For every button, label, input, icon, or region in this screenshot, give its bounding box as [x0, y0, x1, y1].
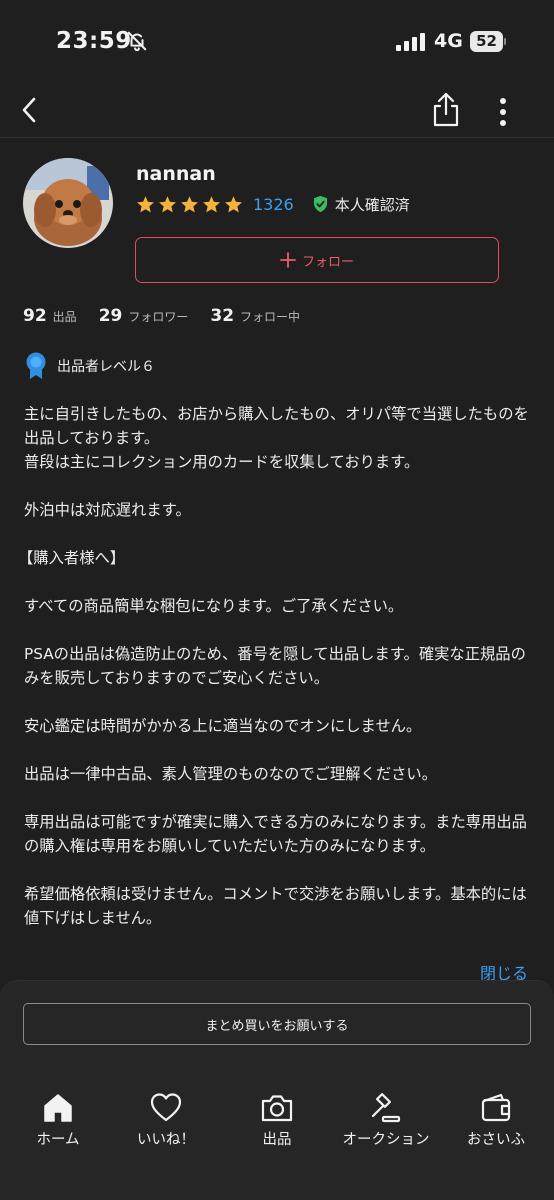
status-time: 23:59 — [56, 28, 132, 54]
seller-profile-screen: 23:59 4G 52 nannan 1326 本人確認済 フォロー 92 出品… — [0, 0, 554, 1200]
status-bar: 23:59 4G 52 — [0, 0, 554, 84]
bottom-panel: まとめ買いをお願いする ホーム いいね！ 出品 オークション おさいふ — [0, 980, 554, 1200]
gavel-icon — [371, 1093, 401, 1123]
bio-paragraph: 希望価格依頼は受けません。コメントで交渉をお願いします。基本的には値下げはしませ… — [24, 885, 527, 927]
stat-value: 92 — [23, 306, 47, 326]
bio-paragraph: 外泊中は対応遅れます。 — [24, 501, 191, 519]
bio-paragraph: 出品は一律中古品、素人管理のものなのでご理解ください。 — [24, 765, 438, 783]
tab-label: いいね！ — [137, 1132, 195, 1148]
battery-level: 52 — [470, 31, 503, 52]
tab-wallet[interactable]: おさいふ — [441, 1087, 551, 1153]
follow-label: フォロー — [301, 254, 354, 270]
bulk-purchase-label: まとめ買いをお願いする — [205, 1018, 349, 1034]
profile-stats: 92 出品 29 フォロワー 32 フォロー中 — [23, 306, 300, 330]
stat-followers[interactable]: 29 フォロワー — [99, 306, 189, 326]
bio-paragraph: 専用出品は可能ですが確実に購入できる方のみになります。また専用出品の購入権は専用… — [24, 813, 527, 855]
seller-level[interactable]: 出品者レベル６ — [24, 352, 155, 380]
tab-auction[interactable]: オークション — [331, 1087, 441, 1153]
rating-row: 1326 本人確認済 — [136, 193, 410, 215]
verified-shield-icon — [313, 195, 327, 213]
bio-paragraph: 主に自引きしたもの、お店から購入したもの、オリパ等で当選したものを出品しておりま… — [24, 405, 529, 471]
tab-home[interactable]: ホーム — [3, 1087, 113, 1153]
tab-sell[interactable]: 出品 — [222, 1087, 332, 1153]
more-vertical-icon — [500, 98, 506, 126]
rating-stars[interactable] — [136, 195, 243, 214]
bottom-tab-bar: ホーム いいね！ 出品 オークション おさいふ — [0, 1087, 554, 1157]
stat-label: フォロワー — [128, 310, 189, 324]
plus-icon — [280, 252, 296, 268]
tab-label: オークション — [342, 1132, 430, 1148]
bell-off-icon — [127, 31, 147, 52]
medal-icon — [26, 352, 46, 379]
battery-tip — [504, 38, 506, 45]
share-icon — [433, 92, 459, 127]
bio-paragraph: PSAの出品は偽造防止のため、番号を隠して出品します。確実な正規品のみを販売して… — [24, 645, 526, 687]
signal-icon — [396, 33, 425, 51]
rating-count-link[interactable]: 1326 — [253, 195, 294, 214]
chevron-left-icon — [22, 97, 36, 123]
seller-level-label: 出品者レベル６ — [57, 359, 155, 375]
home-icon — [44, 1094, 72, 1122]
tab-label: 出品 — [262, 1132, 292, 1148]
network-label: 4G — [434, 30, 463, 52]
share-button[interactable] — [428, 88, 464, 130]
username: nannan — [136, 163, 216, 185]
heart-icon — [150, 1093, 182, 1122]
star-icon — [203, 195, 220, 212]
camera-icon — [261, 1095, 293, 1122]
avatar[interactable] — [23, 158, 113, 248]
bulk-purchase-request-button[interactable]: まとめ買いをお願いする — [23, 1003, 531, 1045]
profile-bio: 主に自引きしたもの、お店から購入したもの、オリパ等で当選したものを出品しておりま… — [18, 402, 534, 930]
tab-label: おさいふ — [467, 1132, 525, 1148]
star-icon — [137, 195, 154, 212]
navigation-bar — [0, 84, 554, 138]
verified-label: 本人確認済 — [334, 195, 410, 214]
bio-paragraph: 【購入者様へ】 — [18, 549, 126, 567]
dog-avatar-image — [23, 158, 113, 248]
star-icon — [225, 195, 242, 212]
stat-listings[interactable]: 92 出品 — [23, 306, 77, 326]
back-button[interactable] — [14, 90, 48, 130]
more-options-button[interactable] — [488, 90, 518, 130]
battery-icon: 52 — [470, 31, 506, 52]
stat-label: 出品 — [52, 310, 77, 324]
stat-label: フォロー中 — [240, 310, 301, 324]
star-icon — [181, 195, 198, 212]
follow-button[interactable]: フォロー — [135, 237, 499, 283]
tab-label: ホーム — [36, 1132, 80, 1148]
stat-value: 32 — [210, 306, 235, 326]
stat-value: 29 — [98, 306, 123, 326]
bio-paragraph: すべての商品簡単な梱包になります。ご了承ください。 — [24, 597, 404, 615]
bio-paragraph: 安心鑑定は時間がかかる上に適当なのでオンにしません。 — [24, 717, 422, 735]
tab-likes[interactable]: いいね！ — [111, 1087, 221, 1153]
wallet-icon — [481, 1093, 511, 1122]
star-icon — [159, 195, 176, 212]
stat-following[interactable]: 32 フォロー中 — [210, 306, 300, 326]
